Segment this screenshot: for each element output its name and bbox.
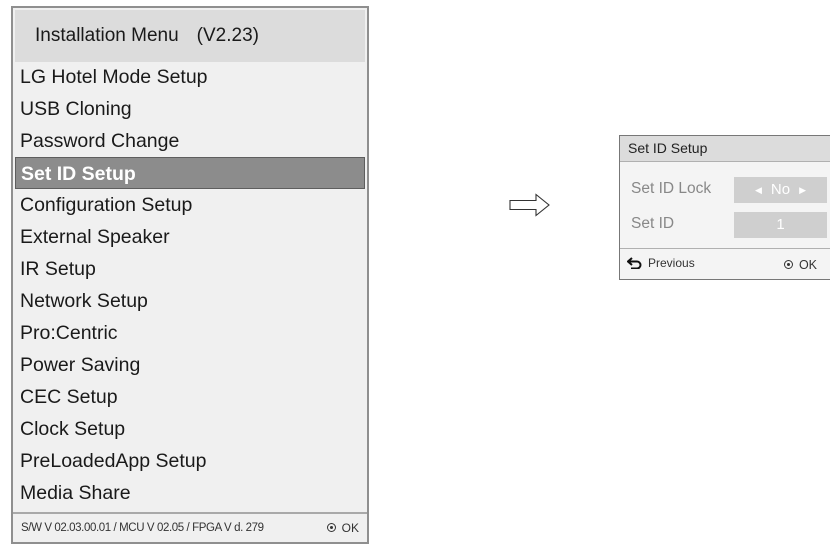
menu-version: (V2.23) bbox=[196, 25, 259, 46]
set-id-lock-label: Set ID Lock bbox=[631, 180, 712, 197]
menu-item-external-speaker[interactable]: External Speaker bbox=[13, 221, 367, 253]
dialog-title: Set ID Setup bbox=[620, 136, 830, 162]
firmware-version-text: S/W V 02.03.00.01 / MCU V 02.05 / FPGA V… bbox=[21, 522, 264, 534]
right-arrow-icon bbox=[509, 193, 550, 217]
menu-header: Installation Menu (V2.23) bbox=[15, 10, 365, 62]
menu-item-pro-centric[interactable]: Pro:Centric bbox=[13, 317, 367, 349]
set-id-setup-dialog: Set ID Setup Set ID Lock ◀ No ▶ Set ID 1 P… bbox=[619, 135, 830, 280]
menu-item-preloadedapp-setup[interactable]: PreLoadedApp Setup bbox=[13, 445, 367, 477]
ok-wheel-icon bbox=[326, 523, 336, 533]
menu-item-lg-hotel-mode-setup[interactable]: LG Hotel Mode Setup bbox=[13, 61, 367, 93]
set-id-field[interactable]: 1 bbox=[734, 212, 827, 238]
menu-item-set-id-setup[interactable]: Set ID Setup bbox=[15, 157, 365, 189]
menu-item-ir-setup[interactable]: IR Setup bbox=[13, 253, 367, 285]
set-id-label: Set ID bbox=[631, 215, 675, 232]
menu-title: Installation Menu bbox=[35, 25, 179, 46]
dialog-footer: Previous OK bbox=[620, 248, 830, 279]
ok-wheel-icon bbox=[783, 260, 793, 270]
menu-ok-label: OK bbox=[341, 521, 359, 535]
menu-item-media-share[interactable]: Media Share bbox=[13, 477, 367, 509]
right-arrow-icon[interactable]: ▶ bbox=[799, 185, 806, 195]
left-arrow-icon[interactable]: ◀ bbox=[755, 185, 762, 195]
installation-menu: Installation Menu (V2.23) LG Hotel Mode S… bbox=[11, 6, 369, 544]
menu-item-cec-setup[interactable]: CEC Setup bbox=[13, 381, 367, 413]
set-id-lock-selector[interactable]: ◀ No ▶ bbox=[734, 177, 827, 203]
previous-button[interactable]: Previous bbox=[627, 256, 695, 270]
dialog-ok-button[interactable]: OK bbox=[783, 258, 817, 272]
menu-list: LG Hotel Mode Setup USB Cloning Password… bbox=[13, 61, 367, 509]
menu-item-usb-cloning[interactable]: USB Cloning bbox=[13, 93, 367, 125]
dialog-ok-label: OK bbox=[798, 258, 817, 272]
menu-item-configuration-setup[interactable]: Configuration Setup bbox=[13, 189, 367, 221]
set-id-lock-value: No bbox=[770, 181, 791, 198]
menu-footer: S/W V 02.03.00.01 / MCU V 02.05 / FPGA V… bbox=[13, 512, 367, 542]
menu-item-network-setup[interactable]: Network Setup bbox=[13, 285, 367, 317]
previous-label: Previous bbox=[648, 256, 695, 270]
menu-item-clock-setup[interactable]: Clock Setup bbox=[13, 413, 367, 445]
menu-item-power-saving[interactable]: Power Saving bbox=[13, 349, 367, 381]
return-arrow-icon bbox=[627, 257, 642, 269]
menu-ok-button[interactable]: OK bbox=[326, 514, 359, 542]
menu-item-password-change[interactable]: Password Change bbox=[13, 125, 367, 157]
